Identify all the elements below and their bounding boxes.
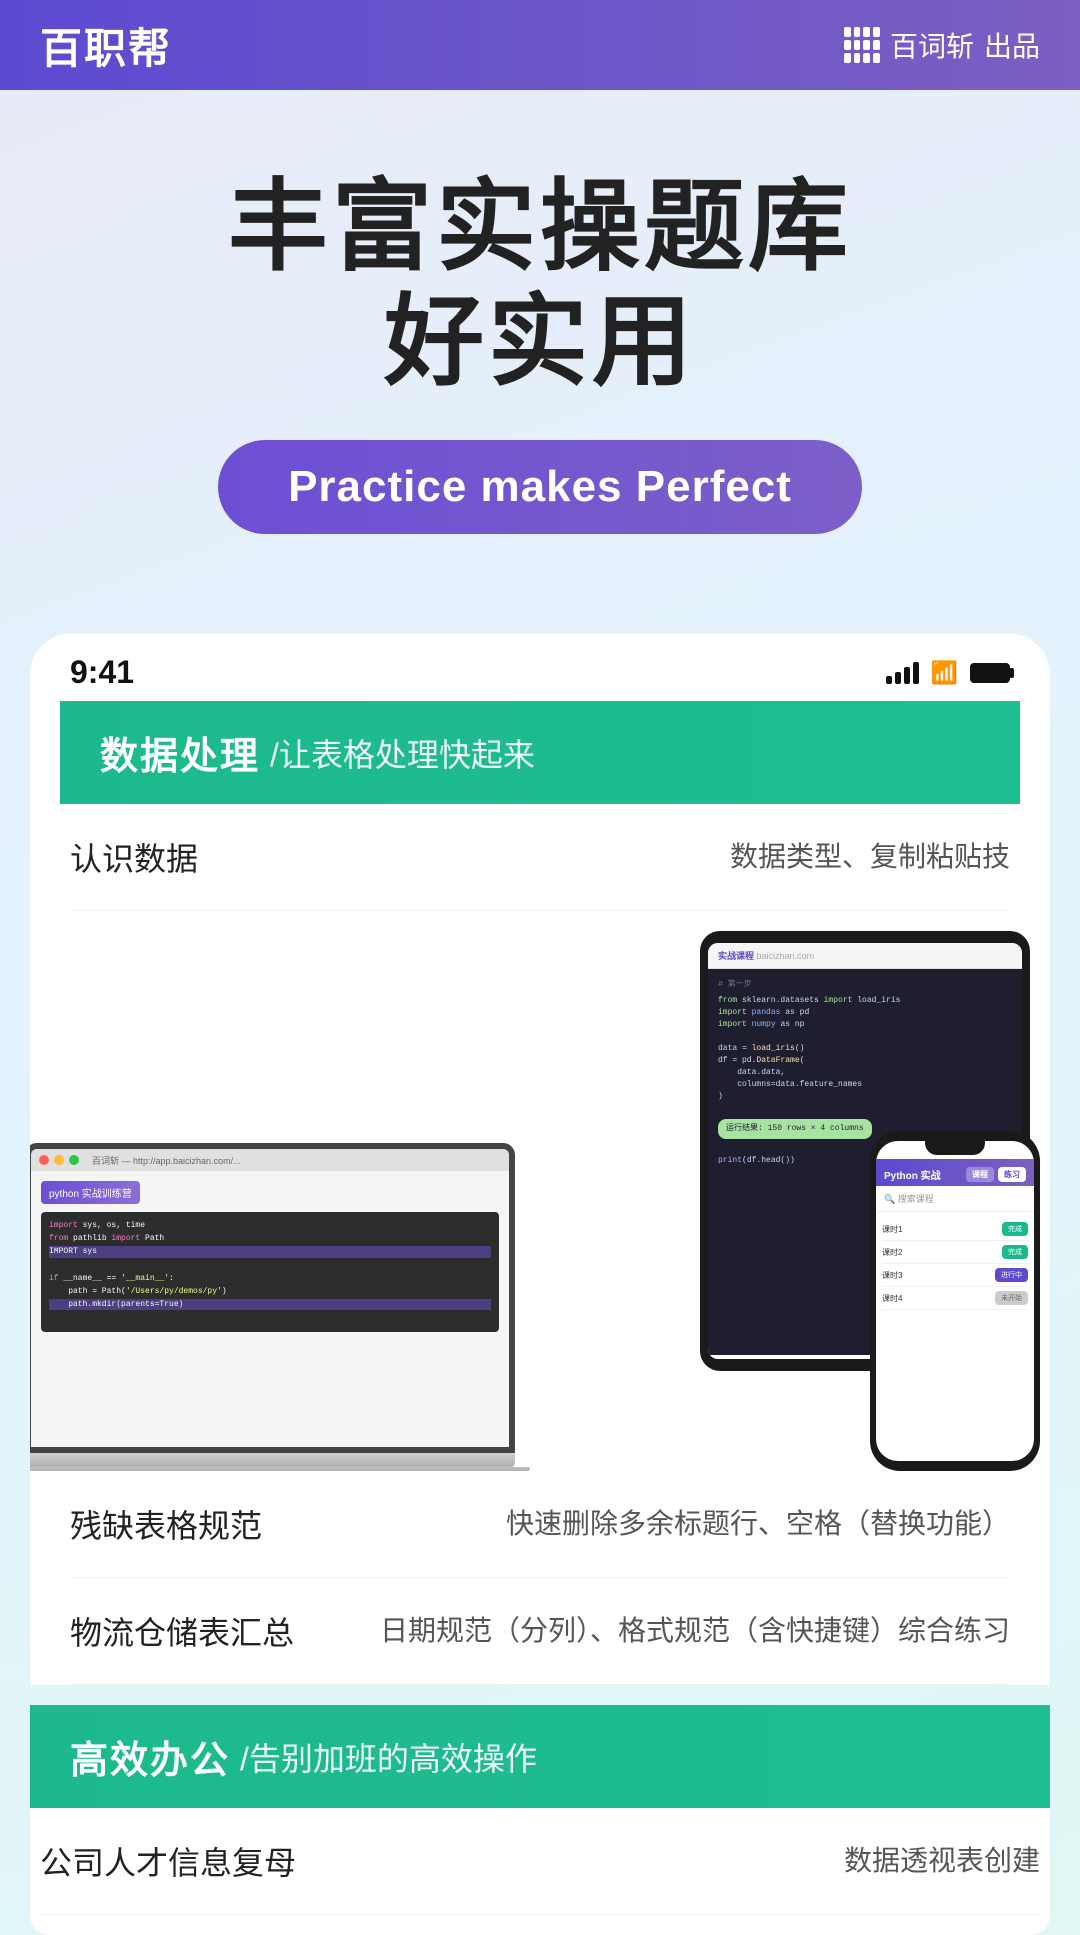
wifi-icon: 📶: [931, 660, 958, 686]
hero-title-line2: 好实用: [60, 285, 1020, 400]
brand-section: 百词斩 出品: [844, 25, 1040, 65]
category1-title: 数据处理: [100, 725, 260, 780]
brand-name: 百词斩: [890, 25, 974, 65]
signal-icon: [886, 662, 919, 684]
devices-showcase: 百词斩 — http://app.baicizhan.com/... pytho…: [30, 911, 1050, 1471]
iphone-notch: [925, 1141, 985, 1155]
hero-title: 丰富实操题库 好实用: [60, 170, 1020, 400]
app-header: 百职帮 百词斩 出品: [0, 0, 1080, 90]
category1-table: 认识数据 数据类型、复制粘贴技: [30, 804, 1050, 911]
iphone-search[interactable]: 🔍 搜索课程: [876, 1186, 1034, 1212]
iphone-tab-course[interactable]: 课程: [966, 1167, 994, 1182]
category2-table: 公司人才信息复母 数据透视表创建: [30, 1808, 1050, 1935]
phone-status-bar: 9:41 📶: [30, 634, 1050, 701]
iphone-tab-practice[interactable]: 练习: [998, 1167, 1026, 1182]
row-label: 认识数据: [70, 834, 310, 880]
macbook-device: 百词斩 — http://app.baicizhan.com/... pytho…: [30, 1143, 530, 1471]
list-item-badge: 进行中: [995, 1268, 1028, 1282]
macbook-screen: 百词斩 — http://app.baicizhan.com/... pytho…: [30, 1143, 515, 1453]
row-label: 公司人才信息复母: [40, 1838, 296, 1884]
macbook-content: python 实战训练营 import sys, os, time from p…: [31, 1171, 509, 1342]
row-desc: 数据透视表创建: [296, 1840, 1040, 1882]
category1-subtitle: /让表格处理快起来: [270, 730, 535, 776]
macbook-code: import sys, os, time from pathlib import…: [41, 1212, 499, 1332]
app-logo: 百职帮: [40, 15, 172, 76]
iphone-list: 课时1 完成 课时2 完成 课时3 进行中 课时4: [876, 1212, 1034, 1316]
iphone-header: Python 实战 课程 练习: [876, 1159, 1034, 1186]
macbook-foot: [30, 1467, 530, 1471]
row-label: 物流仓储表汇总: [70, 1608, 310, 1654]
hero-badge[interactable]: Practice makes Perfect: [218, 440, 862, 534]
list-item-badge: 未开始: [995, 1291, 1028, 1305]
ipad-header: 实战课程 baicizhan.com: [708, 943, 1022, 969]
brand-grid-icon: [844, 27, 880, 63]
category2-subtitle: /告别加班的高效操作: [240, 1734, 537, 1780]
list-item: 课时1 完成: [882, 1218, 1028, 1241]
table-row: 认识数据 数据类型、复制粘贴技: [70, 804, 1010, 911]
row-desc: 数据类型、复制粘贴技: [310, 836, 1010, 878]
row-desc: 快速删除多余标题行、空格（替换功能）: [310, 1503, 1010, 1545]
macbook-title-bar: 百词斩 — http://app.baicizhan.com/...: [92, 1154, 241, 1167]
category2-title: 高效办公: [70, 1729, 230, 1784]
macbook-course-title: python 实战训练营: [41, 1181, 140, 1204]
list-item: 课时2 完成: [882, 1241, 1028, 1264]
phone-status-icons: 📶: [886, 660, 1010, 686]
phone-time: 9:41: [70, 654, 134, 691]
category-bar-1: 数据处理 /让表格处理快起来: [60, 701, 1020, 804]
table-row: 物流仓储表汇总 日期规范（分列）、格式规范（含快捷键）综合练习: [70, 1578, 1010, 1685]
iphone-screen: Python 实战 课程 练习 🔍 搜索课程 课时1 完成: [876, 1141, 1034, 1461]
hero-title-line1: 丰富实操题库: [60, 170, 1020, 285]
battery-icon: [970, 663, 1010, 683]
table-row: 公司人才信息复母 数据透视表创建: [40, 1808, 1040, 1915]
list-item-label: 课时1: [882, 1224, 902, 1235]
hero-section: 丰富实操题库 好实用 Practice makes Perfect: [0, 90, 1080, 634]
list-item-badge: 完成: [1002, 1245, 1028, 1259]
macbook-base: [30, 1453, 515, 1467]
device-card: 9:41 📶 数据处理 /让表格处理快起来 认识数据 数据类型、复制粘贴技: [30, 634, 1050, 1685]
category-bar-2: 高效办公 /告别加班的高效操作: [30, 1705, 1050, 1808]
list-item: 课时4 未开始: [882, 1287, 1028, 1310]
table-row: 残缺表格规范 快速删除多余标题行、空格（替换功能）: [70, 1471, 1010, 1578]
row-label: 残缺表格规范: [70, 1501, 310, 1547]
list-item-badge: 完成: [1002, 1222, 1028, 1236]
iphone-frame: Python 实战 课程 练习 🔍 搜索课程 课时1 完成: [870, 1131, 1040, 1471]
category1-bottom-table: 残缺表格规范 快速删除多余标题行、空格（替换功能） 物流仓储表汇总 日期规范（分…: [30, 1471, 1050, 1685]
list-item-label: 课时4: [882, 1293, 902, 1304]
list-item: 课时3 进行中: [882, 1264, 1028, 1287]
list-item-label: 课时3: [882, 1270, 902, 1281]
list-item-label: 课时2: [882, 1247, 902, 1258]
brand-suffix: 出品: [984, 25, 1040, 65]
row-desc: 日期规范（分列）、格式规范（含快捷键）综合练习: [310, 1610, 1010, 1652]
iphone-device: Python 实战 课程 练习 🔍 搜索课程 课时1 完成: [870, 1131, 1040, 1471]
iphone-title: Python 实战: [884, 1167, 941, 1182]
